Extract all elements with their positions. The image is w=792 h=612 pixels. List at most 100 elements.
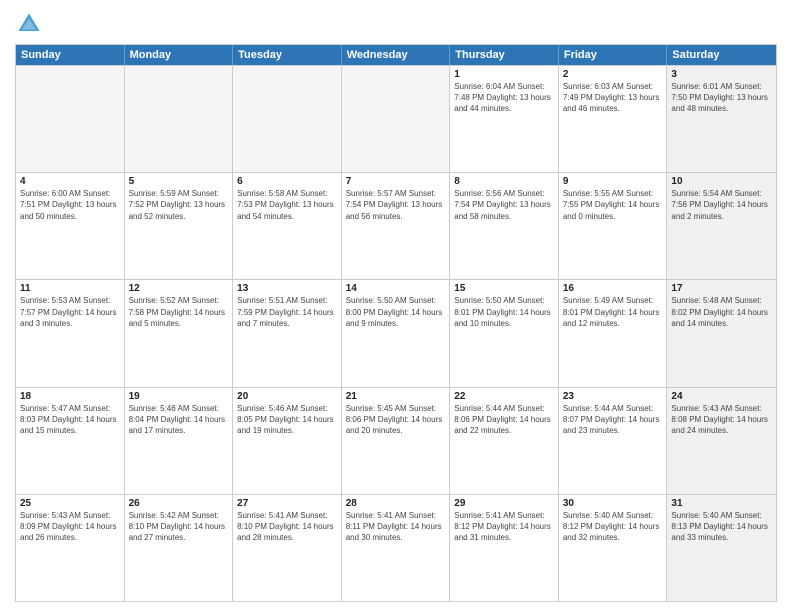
weekday-header-sunday: Sunday [16, 45, 125, 65]
day-cell-24: 24Sunrise: 5:43 AM Sunset: 8:08 PM Dayli… [667, 388, 776, 494]
day-cell-2: 2Sunrise: 6:03 AM Sunset: 7:49 PM Daylig… [559, 66, 668, 172]
empty-cell-0-1 [125, 66, 234, 172]
day-number: 6 [237, 176, 337, 187]
day-info: Sunrise: 5:55 AM Sunset: 7:55 PM Dayligh… [563, 188, 663, 222]
day-cell-17: 17Sunrise: 5:48 AM Sunset: 8:02 PM Dayli… [667, 280, 776, 386]
day-cell-23: 23Sunrise: 5:44 AM Sunset: 8:07 PM Dayli… [559, 388, 668, 494]
page: SundayMondayTuesdayWednesdayThursdayFrid… [0, 0, 792, 612]
day-cell-13: 13Sunrise: 5:51 AM Sunset: 7:59 PM Dayli… [233, 280, 342, 386]
day-info: Sunrise: 5:51 AM Sunset: 7:59 PM Dayligh… [237, 295, 337, 329]
day-cell-15: 15Sunrise: 5:50 AM Sunset: 8:01 PM Dayli… [450, 280, 559, 386]
day-info: Sunrise: 5:45 AM Sunset: 8:06 PM Dayligh… [346, 403, 446, 437]
day-number: 5 [129, 176, 229, 187]
weekday-header-thursday: Thursday [450, 45, 559, 65]
day-number: 13 [237, 283, 337, 294]
calendar: SundayMondayTuesdayWednesdayThursdayFrid… [15, 44, 777, 602]
day-info: Sunrise: 6:03 AM Sunset: 7:49 PM Dayligh… [563, 81, 663, 115]
weekday-header-monday: Monday [125, 45, 234, 65]
day-info: Sunrise: 5:56 AM Sunset: 7:54 PM Dayligh… [454, 188, 554, 222]
weekday-header-friday: Friday [559, 45, 668, 65]
day-number: 31 [671, 498, 772, 509]
day-number: 12 [129, 283, 229, 294]
day-number: 1 [454, 69, 554, 80]
day-info: Sunrise: 5:46 AM Sunset: 8:05 PM Dayligh… [237, 403, 337, 437]
day-info: Sunrise: 5:48 AM Sunset: 8:02 PM Dayligh… [671, 295, 772, 329]
day-info: Sunrise: 5:41 AM Sunset: 8:12 PM Dayligh… [454, 510, 554, 544]
day-number: 25 [20, 498, 120, 509]
weekday-header-saturday: Saturday [667, 45, 776, 65]
day-cell-7: 7Sunrise: 5:57 AM Sunset: 7:54 PM Daylig… [342, 173, 451, 279]
logo-icon [15, 10, 43, 38]
day-info: Sunrise: 5:44 AM Sunset: 8:07 PM Dayligh… [563, 403, 663, 437]
weekday-header-wednesday: Wednesday [342, 45, 451, 65]
day-number: 20 [237, 391, 337, 402]
day-info: Sunrise: 5:49 AM Sunset: 8:01 PM Dayligh… [563, 295, 663, 329]
day-info: Sunrise: 5:53 AM Sunset: 7:57 PM Dayligh… [20, 295, 120, 329]
day-number: 10 [671, 176, 772, 187]
calendar-row-1: 4Sunrise: 6:00 AM Sunset: 7:51 PM Daylig… [16, 172, 776, 279]
day-number: 27 [237, 498, 337, 509]
day-number: 3 [671, 69, 772, 80]
day-cell-9: 9Sunrise: 5:55 AM Sunset: 7:55 PM Daylig… [559, 173, 668, 279]
day-cell-26: 26Sunrise: 5:42 AM Sunset: 8:10 PM Dayli… [125, 495, 234, 601]
day-cell-28: 28Sunrise: 5:41 AM Sunset: 8:11 PM Dayli… [342, 495, 451, 601]
day-info: Sunrise: 5:43 AM Sunset: 8:08 PM Dayligh… [671, 403, 772, 437]
day-info: Sunrise: 5:44 AM Sunset: 8:06 PM Dayligh… [454, 403, 554, 437]
calendar-row-3: 18Sunrise: 5:47 AM Sunset: 8:03 PM Dayli… [16, 387, 776, 494]
header [15, 10, 777, 38]
day-number: 15 [454, 283, 554, 294]
day-number: 26 [129, 498, 229, 509]
day-info: Sunrise: 5:59 AM Sunset: 7:52 PM Dayligh… [129, 188, 229, 222]
day-info: Sunrise: 5:40 AM Sunset: 8:12 PM Dayligh… [563, 510, 663, 544]
day-number: 29 [454, 498, 554, 509]
day-info: Sunrise: 5:54 AM Sunset: 7:56 PM Dayligh… [671, 188, 772, 222]
day-cell-8: 8Sunrise: 5:56 AM Sunset: 7:54 PM Daylig… [450, 173, 559, 279]
day-cell-31: 31Sunrise: 5:40 AM Sunset: 8:13 PM Dayli… [667, 495, 776, 601]
day-cell-11: 11Sunrise: 5:53 AM Sunset: 7:57 PM Dayli… [16, 280, 125, 386]
calendar-row-4: 25Sunrise: 5:43 AM Sunset: 8:09 PM Dayli… [16, 494, 776, 601]
day-cell-19: 19Sunrise: 5:46 AM Sunset: 8:04 PM Dayli… [125, 388, 234, 494]
calendar-row-2: 11Sunrise: 5:53 AM Sunset: 7:57 PM Dayli… [16, 279, 776, 386]
day-number: 16 [563, 283, 663, 294]
day-number: 23 [563, 391, 663, 402]
day-number: 17 [671, 283, 772, 294]
day-number: 2 [563, 69, 663, 80]
day-cell-14: 14Sunrise: 5:50 AM Sunset: 8:00 PM Dayli… [342, 280, 451, 386]
day-cell-12: 12Sunrise: 5:52 AM Sunset: 7:58 PM Dayli… [125, 280, 234, 386]
day-info: Sunrise: 5:58 AM Sunset: 7:53 PM Dayligh… [237, 188, 337, 222]
day-cell-3: 3Sunrise: 6:01 AM Sunset: 7:50 PM Daylig… [667, 66, 776, 172]
day-cell-20: 20Sunrise: 5:46 AM Sunset: 8:05 PM Dayli… [233, 388, 342, 494]
day-info: Sunrise: 5:50 AM Sunset: 8:01 PM Dayligh… [454, 295, 554, 329]
day-info: Sunrise: 5:41 AM Sunset: 8:10 PM Dayligh… [237, 510, 337, 544]
day-number: 18 [20, 391, 120, 402]
day-number: 9 [563, 176, 663, 187]
day-number: 11 [20, 283, 120, 294]
day-cell-27: 27Sunrise: 5:41 AM Sunset: 8:10 PM Dayli… [233, 495, 342, 601]
day-info: Sunrise: 5:50 AM Sunset: 8:00 PM Dayligh… [346, 295, 446, 329]
day-number: 21 [346, 391, 446, 402]
day-number: 28 [346, 498, 446, 509]
day-info: Sunrise: 5:43 AM Sunset: 8:09 PM Dayligh… [20, 510, 120, 544]
day-info: Sunrise: 5:52 AM Sunset: 7:58 PM Dayligh… [129, 295, 229, 329]
day-cell-29: 29Sunrise: 5:41 AM Sunset: 8:12 PM Dayli… [450, 495, 559, 601]
day-info: Sunrise: 5:41 AM Sunset: 8:11 PM Dayligh… [346, 510, 446, 544]
day-info: Sunrise: 6:00 AM Sunset: 7:51 PM Dayligh… [20, 188, 120, 222]
day-number: 8 [454, 176, 554, 187]
weekday-header-tuesday: Tuesday [233, 45, 342, 65]
day-number: 19 [129, 391, 229, 402]
day-info: Sunrise: 5:40 AM Sunset: 8:13 PM Dayligh… [671, 510, 772, 544]
day-number: 24 [671, 391, 772, 402]
calendar-row-0: 1Sunrise: 6:04 AM Sunset: 7:48 PM Daylig… [16, 65, 776, 172]
day-info: Sunrise: 5:46 AM Sunset: 8:04 PM Dayligh… [129, 403, 229, 437]
day-number: 4 [20, 176, 120, 187]
day-cell-6: 6Sunrise: 5:58 AM Sunset: 7:53 PM Daylig… [233, 173, 342, 279]
day-cell-4: 4Sunrise: 6:00 AM Sunset: 7:51 PM Daylig… [16, 173, 125, 279]
day-number: 30 [563, 498, 663, 509]
day-info: Sunrise: 6:04 AM Sunset: 7:48 PM Dayligh… [454, 81, 554, 115]
logo [15, 10, 47, 38]
day-cell-18: 18Sunrise: 5:47 AM Sunset: 8:03 PM Dayli… [16, 388, 125, 494]
day-cell-22: 22Sunrise: 5:44 AM Sunset: 8:06 PM Dayli… [450, 388, 559, 494]
calendar-body: 1Sunrise: 6:04 AM Sunset: 7:48 PM Daylig… [16, 65, 776, 601]
day-cell-5: 5Sunrise: 5:59 AM Sunset: 7:52 PM Daylig… [125, 173, 234, 279]
day-cell-16: 16Sunrise: 5:49 AM Sunset: 8:01 PM Dayli… [559, 280, 668, 386]
